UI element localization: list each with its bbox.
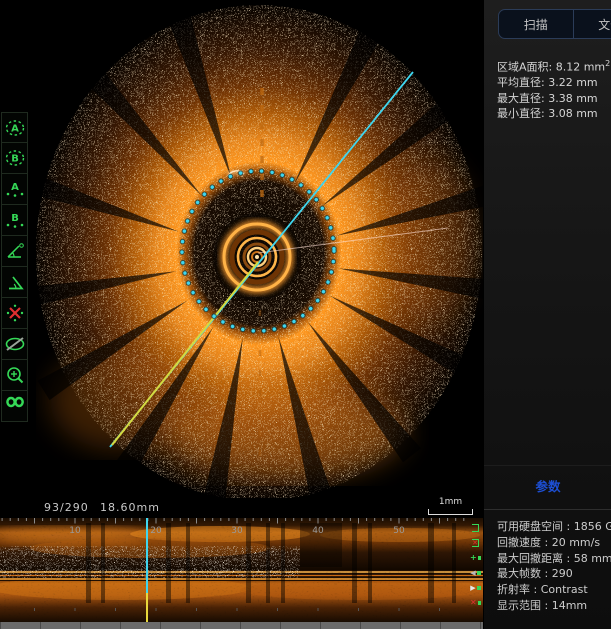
- parameters-header[interactable]: 参数: [484, 476, 611, 495]
- lmode-ruler-label: 30: [231, 526, 243, 536]
- ellipse-area-b-tool[interactable]: B: [1, 143, 28, 174]
- system-parameters: 可用硬盘空间 : 1856 G回撤速度 : 20 mm/s最大回撤距离 : 58…: [497, 519, 611, 614]
- oct-cross-section-view[interactable]: [0, 0, 483, 498]
- next-frame-icon[interactable]: ▶: [470, 582, 481, 593]
- svg-text:A: A: [11, 123, 19, 134]
- add-bookmark-icon[interactable]: +: [470, 552, 481, 563]
- hide-measurement-tool-icon: [5, 334, 25, 354]
- lmode-ruler-label: 20: [150, 526, 162, 536]
- ellipse-area-a-tool[interactable]: A: [1, 112, 28, 143]
- measurement-toolbar: A B A B: [1, 112, 28, 422]
- lmode-ruler-label: 10: [69, 526, 81, 536]
- svg-text:B: B: [11, 154, 19, 165]
- main-imaging-area: A B A B 93/290 18.60mm 1mm: [0, 0, 483, 629]
- prev-frame-icon[interactable]: ◀: [470, 567, 481, 578]
- tab-file[interactable]: 文件: [573, 10, 611, 38]
- measurement-row: 区域A面积: 8.12 mm2: [497, 56, 610, 75]
- measurement-row: 最大直径: 3.38 mm: [497, 91, 610, 107]
- measurement-results: 区域A面积: 8.12 mm2平均直径: 3.22 mm最大直径: 3.38 m…: [497, 56, 610, 122]
- lmode-ruler-label: 40: [312, 526, 324, 536]
- length-b-tool-icon: B: [5, 210, 25, 230]
- lmode-longitudinal-view[interactable]: 10 20 30 40 50 ✕ + ◀ ▶ ✕: [0, 518, 483, 622]
- scalebar-label: 1mm: [428, 497, 473, 507]
- panel-divider-bottom: [484, 509, 611, 510]
- hide-measurement-tool[interactable]: [1, 329, 28, 360]
- lmode-ruler-label: 50: [393, 526, 405, 536]
- lmode-scrollbar[interactable]: [0, 622, 483, 629]
- tab-scan[interactable]: 扫描: [499, 10, 573, 38]
- delete-measurement-tool-icon: [5, 303, 25, 323]
- angle-tool-icon: [5, 272, 25, 292]
- angle-tool[interactable]: [1, 267, 28, 298]
- segment-end-delete-icon[interactable]: ✕: [470, 537, 481, 548]
- angle-degree-tool-icon: [5, 241, 25, 261]
- segment-start-marker-icon[interactable]: [470, 522, 481, 533]
- loop-tool[interactable]: [1, 391, 28, 422]
- angle-degree-tool[interactable]: [1, 236, 28, 267]
- scalebar: [428, 509, 473, 515]
- parameter-row: 最大帧数 : 290: [497, 566, 611, 582]
- measurement-row: 最小直径: 3.08 mm: [497, 106, 610, 122]
- panel-tabs: 扫描 文件: [498, 9, 611, 39]
- frame-counter: 93/290: [44, 501, 89, 514]
- panel-divider-top: [484, 465, 611, 466]
- parameter-row: 最大回撤距离 : 58 mm: [497, 551, 611, 567]
- delete-measurement-tool[interactable]: [1, 298, 28, 329]
- ellipse-area-b-tool-icon: B: [5, 148, 25, 168]
- svg-text:A: A: [11, 182, 19, 193]
- parameter-row: 折射率 : Contrast: [497, 582, 611, 598]
- ellipse-area-a-tool-icon: A: [5, 118, 25, 138]
- zoom-in-tool[interactable]: [1, 360, 28, 391]
- loop-tool-icon: [5, 396, 25, 416]
- svg-text:B: B: [11, 213, 19, 224]
- pullback-position: 18.60mm: [100, 501, 160, 514]
- length-a-tool-icon: A: [5, 179, 25, 199]
- length-b-tool[interactable]: B: [1, 205, 28, 236]
- right-panel: 扫描 文件 区域A面积: 8.12 mm2平均直径: 3.22 mm最大直径: …: [483, 0, 611, 629]
- parameter-row: 显示范围 : 14mm: [497, 598, 611, 614]
- measurement-row: 平均直径: 3.22 mm: [497, 75, 610, 91]
- parameter-row: 回撤速度 : 20 mm/s: [497, 535, 611, 551]
- delete-bookmark-icon[interactable]: ✕: [470, 597, 481, 608]
- frame-info-bar: 93/290 18.60mm 1mm: [0, 498, 483, 518]
- parameter-row: 可用硬盘空间 : 1856 G: [497, 519, 611, 535]
- oct-workstation: A B A B 93/290 18.60mm 1mm: [0, 0, 611, 629]
- length-a-tool[interactable]: A: [1, 174, 28, 205]
- lmode-controls: ✕ + ◀ ▶ ✕: [470, 522, 482, 608]
- zoom-in-tool-icon: [5, 365, 25, 385]
